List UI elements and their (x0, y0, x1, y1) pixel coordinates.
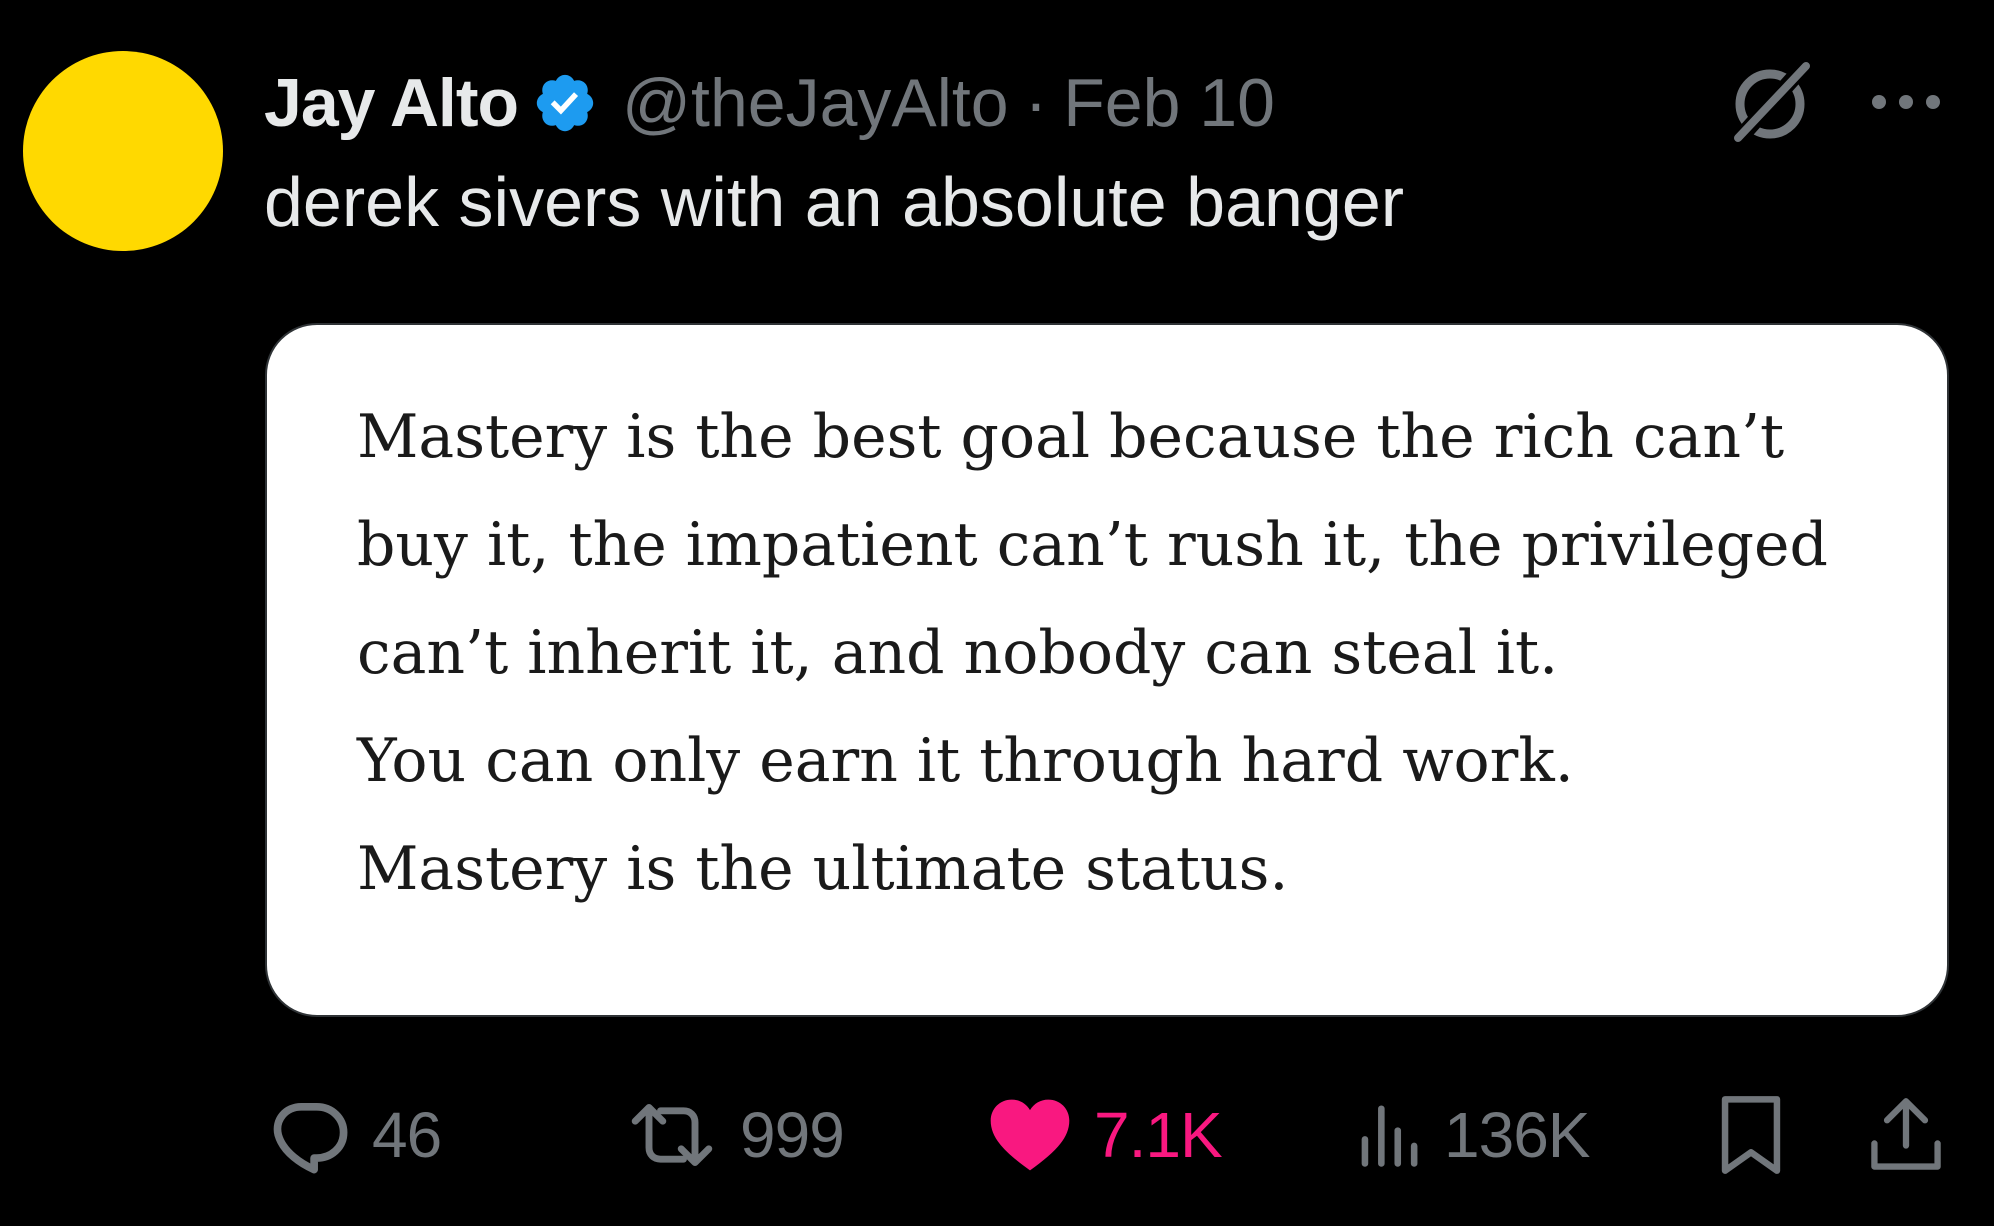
reply-count: 46 (372, 1099, 442, 1171)
separator-dot: · (1024, 65, 1048, 141)
quote-line: can’t inherit it, and nobody can steal i… (357, 618, 1559, 688)
like-button[interactable]: 7.1K (988, 1090, 1223, 1180)
quote-line: buy it, the impatient can’t rush it, the… (357, 510, 1828, 580)
media-image[interactable]: Mastery is the best goal because the ric… (265, 323, 1949, 1017)
more-icon[interactable] (1866, 84, 1946, 120)
like-count: 7.1K (1094, 1099, 1223, 1171)
quote-line: Mastery is the ultimate status. (357, 834, 1289, 904)
tweet-date[interactable]: Feb 10 (1063, 64, 1275, 142)
action-bar: 46 999 7.1K 136K (0, 1090, 1994, 1180)
share-icon (1871, 1098, 1941, 1170)
views-count: 136K (1444, 1099, 1590, 1171)
avatar[interactable] (23, 51, 223, 251)
reply-icon (273, 1102, 348, 1174)
share-button[interactable] (1868, 1090, 1944, 1180)
display-name[interactable]: Jay Alto (264, 64, 519, 142)
tweet[interactable]: Jay Alto @theJayAlto · Feb 10 derek sive… (0, 0, 1994, 1226)
quote-line: Mastery is the best goal because the ric… (357, 402, 1785, 472)
repost-count: 999 (740, 1099, 845, 1171)
quote-line: You can only earn it through hard work. (357, 726, 1574, 796)
views-icon (1361, 1105, 1418, 1167)
views-button[interactable]: 136K (1356, 1090, 1590, 1180)
like-icon (990, 1099, 1070, 1171)
bookmark-button[interactable] (1716, 1090, 1786, 1180)
quote-text: Mastery is the best goal because the ric… (357, 383, 1828, 923)
repost-button[interactable]: 999 (626, 1090, 845, 1180)
repost-icon (631, 1103, 713, 1167)
author-handle[interactable]: @theJayAlto (622, 64, 1009, 142)
tweet-text: derek sivers with an absolute banger (264, 163, 1405, 241)
grok-icon[interactable] (1722, 54, 1818, 150)
tweet-header: Jay Alto @theJayAlto · Feb 10 (264, 58, 1275, 148)
bookmark-icon (1721, 1096, 1781, 1174)
verified-badge-icon[interactable] (532, 70, 598, 136)
reply-button[interactable]: 46 (268, 1090, 442, 1180)
